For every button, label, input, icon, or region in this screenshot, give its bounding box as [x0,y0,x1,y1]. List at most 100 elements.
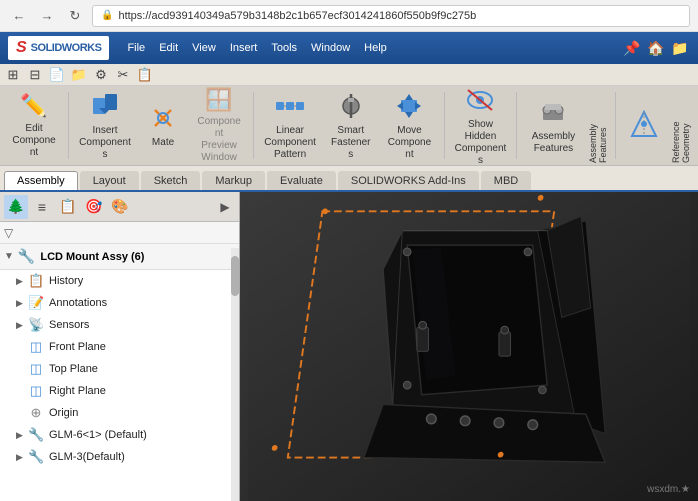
move-component-button[interactable]: MoveComponent [379,88,439,163]
sep1 [68,92,69,159]
logo-s: S [16,39,27,57]
main-area: 🌲 ≡ 📋 🎯 🎨 ▶ ▽ ▼ 🔧 LCD Mount Assy (6) [0,192,698,501]
linear-pattern-button[interactable]: Linear ComponentPattern [258,88,322,163]
tab-markup[interactable]: Markup [202,171,265,190]
tree-item-glm-6-1[interactable]: ▶ 🔧 GLM-6<1> (Default) [0,424,239,446]
browser-bar: ← → ↻ 🔒 https://acd939140349a579b3148b2c… [0,0,698,32]
tree-tool-color-icon[interactable]: 🎨 [108,195,132,219]
sensors-label: Sensors [49,319,89,331]
assembly-features-icon [537,96,569,128]
qa-new-icon[interactable]: 📄 [48,66,66,84]
filter-icon: ▽ [4,226,13,240]
address-bar[interactable]: 🔒 https://acd939140349a579b3148b2c1b657e… [92,5,690,27]
qa-cut-icon[interactable]: ✂ [114,66,132,84]
menu-edit[interactable]: Edit [153,40,184,56]
forward-button[interactable]: → [36,5,58,27]
assembly-icon: 🔧 [18,248,35,265]
viewport[interactable]: wsxdm.★ [240,192,698,501]
sep5 [615,92,616,159]
tree-tool-target-icon[interactable]: 🎯 [82,195,106,219]
show-hidden-button[interactable]: ShowHiddenComponents [448,88,512,163]
menu-bar: File Edit View Insert Tools Window Help [121,40,392,56]
qa-open-icon[interactable]: 📁 [70,66,88,84]
tree-tool-list-icon[interactable]: ≡ [30,195,54,219]
sep4 [516,92,517,159]
tree-item-origin[interactable]: ⊕ Origin [0,402,239,424]
tree-item-glm-3[interactable]: ▶ 🔧 GLM-3(Default) [0,446,239,468]
linear-pattern-label: Linear ComponentPattern [264,125,316,161]
glm-6-1-icon: 🔧 [28,427,44,443]
smart-fasteners-label: SmartFasteners [330,125,371,161]
glm-3-icon: 🔧 [28,449,44,465]
reference-geometry-section-label: Reference Geometry [670,88,694,163]
header-arrow: ▼ [4,251,14,262]
tree-toolbar: 🌲 ≡ 📋 🎯 🎨 ▶ [0,192,239,222]
glm-3-label: GLM-3(Default) [49,451,125,463]
history-label: History [49,275,83,287]
tree-tool-model-icon[interactable]: 🌲 [4,195,28,219]
menu-window[interactable]: Window [305,40,356,56]
assembly-features-section-label: Assembly Features [587,88,611,163]
tree-item-sensors[interactable]: ▶ 📡 Sensors [0,314,239,336]
header-pin-icon[interactable]: 📌 [622,38,642,58]
right-plane-label: Right Plane [49,385,106,397]
tree-scrollbar[interactable] [231,248,239,501]
mate-button[interactable]: Mate [139,88,187,163]
menu-help[interactable]: Help [358,40,393,56]
viewport-content: wsxdm.★ [240,192,698,501]
assembly-features-label: Assembly Features [527,131,579,155]
reference-geometry-icon [628,108,660,140]
assembly-name: LCD Mount Assy (6) [40,251,144,263]
tree-assembly-header[interactable]: ▼ 🔧 LCD Mount Assy (6) [0,244,239,270]
tab-sketch[interactable]: Sketch [141,171,201,190]
tab-evaluate[interactable]: Evaluate [267,171,336,190]
glm-6-1-arrow: ▶ [16,430,26,441]
tree-item-history[interactable]: ▶ 📋 History [0,270,239,292]
menu-insert[interactable]: Insert [224,40,264,56]
tab-mbd[interactable]: MBD [481,171,531,190]
tab-layout[interactable]: Layout [80,171,139,190]
assembly-features-button[interactable]: Assembly Features [521,88,585,163]
refresh-button[interactable]: ↻ [64,5,86,27]
tree-item-annotations[interactable]: ▶ 📝 Annotations [0,292,239,314]
tree-scroll-thumb[interactable] [231,256,239,296]
annotations-icon: 📝 [28,295,44,311]
header-home-icon[interactable]: 🏠 [646,38,666,58]
tab-assembly[interactable]: Assembly [4,171,78,190]
menu-file[interactable]: File [121,40,151,56]
ribbon-toolbar: ✏️ EditComponent InsertComponents Mate 🪟… [0,86,698,166]
smart-fasteners-button[interactable]: SmartFasteners [324,88,377,163]
solidworks-logo: S SOLIDWORKS [8,36,109,60]
header-folder-icon[interactable]: 📁 [670,38,690,58]
qa-settings-icon[interactable]: ⚙ [92,66,110,84]
tab-bar: Assembly Layout Sketch Markup Evaluate S… [0,166,698,192]
tree-tool-properties-icon[interactable]: 📋 [56,195,80,219]
menu-view[interactable]: View [186,40,222,56]
front-plane-icon: ◫ [28,339,44,355]
glm-6-1-label: GLM-6<1> (Default) [49,429,147,441]
component-preview-button[interactable]: 🪟 ComponentPreviewWindow [189,88,249,163]
qa-panels-icon[interactable]: ⊟ [26,66,44,84]
tree-expand-button[interactable]: ▶ [215,197,235,217]
top-plane-icon: ◫ [28,361,44,377]
edit-component-button[interactable]: ✏️ EditComponent [4,88,64,163]
qa-grid-icon[interactable]: ⊞ [4,66,22,84]
logo-text: SOLIDWORKS [31,42,102,54]
show-hidden-label: ShowHiddenComponents [454,119,506,167]
insert-components-icon [89,90,121,122]
tree-item-top-plane[interactable]: ◫ Top Plane [0,358,239,380]
origin-icon: ⊕ [28,405,44,421]
back-button[interactable]: ← [8,5,30,27]
annotations-label: Annotations [49,297,107,309]
component-preview-label: ComponentPreviewWindow [195,116,243,164]
front-plane-label: Front Plane [49,341,106,353]
qa-copy-icon[interactable]: 📋 [136,66,154,84]
menu-tools[interactable]: Tools [265,40,303,56]
quick-access-toolbar: ⊞ ⊟ 📄 📁 ⚙ ✂ 📋 [0,64,698,86]
tab-solidworks-addins[interactable]: SOLIDWORKS Add-Ins [338,171,479,190]
tree-item-right-plane[interactable]: ◫ Right Plane [0,380,239,402]
feature-tree-panel: 🌲 ≡ 📋 🎯 🎨 ▶ ▽ ▼ 🔧 LCD Mount Assy (6) [0,192,240,501]
reference-geometry-button[interactable] [620,88,668,163]
insert-components-button[interactable]: InsertComponents [73,88,137,163]
tree-item-front-plane[interactable]: ◫ Front Plane [0,336,239,358]
